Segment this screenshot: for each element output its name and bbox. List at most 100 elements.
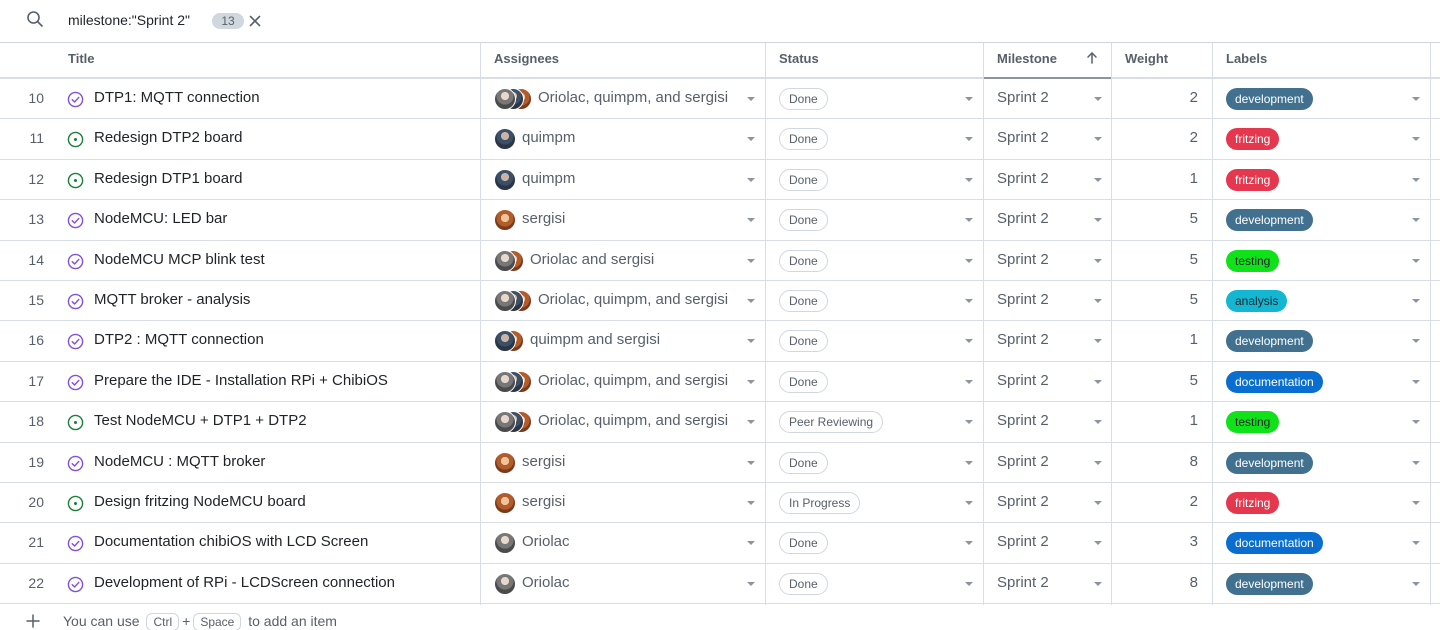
chevron-down-icon[interactable] (1094, 500, 1102, 505)
add-item-row[interactable]: You can use Ctrl + Space to add an item (0, 605, 1440, 630)
milestone-cell[interactable]: Sprint 2 (984, 281, 1111, 320)
title-cell[interactable]: MQTT broker - analysis (60, 281, 480, 320)
issue-title-link[interactable]: Redesign DTP1 board (94, 170, 242, 187)
chevron-down-icon[interactable] (965, 137, 973, 142)
chevron-down-icon[interactable] (965, 460, 973, 465)
weight-cell[interactable]: 8 (1112, 564, 1212, 603)
milestone-cell[interactable]: Sprint 2 (984, 483, 1111, 522)
issue-title-link[interactable]: Test NodeMCU + DTP1 + DTP2 (94, 412, 307, 429)
chevron-down-icon[interactable] (1412, 177, 1420, 182)
milestone-cell[interactable]: Sprint 2 (984, 362, 1111, 401)
issue-title-link[interactable]: Design fritzing NodeMCU board (94, 493, 306, 510)
column-header-weight[interactable]: Weight (1125, 43, 1205, 79)
issue-title-link[interactable]: MQTT broker - analysis (94, 291, 250, 308)
milestone-cell[interactable]: Sprint 2 (984, 321, 1111, 360)
chevron-down-icon[interactable] (747, 500, 755, 505)
chevron-down-icon[interactable] (747, 541, 755, 546)
assignees-cell[interactable]: Oriolac, quimpm, and sergisi (481, 402, 765, 441)
chevron-down-icon[interactable] (747, 258, 755, 263)
weight-cell[interactable]: 2 (1112, 79, 1212, 118)
column-header-milestone[interactable]: Milestone (984, 43, 1111, 79)
column-header-status[interactable]: Status (779, 43, 969, 79)
chevron-down-icon[interactable] (1094, 420, 1102, 425)
chevron-down-icon[interactable] (1412, 541, 1420, 546)
assignees-cell[interactable]: Oriolac, quimpm, and sergisi (481, 79, 765, 118)
weight-cell[interactable]: 5 (1112, 200, 1212, 239)
assignees-cell[interactable]: Oriolac (481, 523, 765, 562)
issue-title-link[interactable]: NodeMCU MCP blink test (94, 251, 265, 268)
chevron-down-icon[interactable] (1412, 298, 1420, 303)
weight-cell[interactable]: 5 (1112, 362, 1212, 401)
status-cell[interactable]: Done (766, 523, 983, 562)
title-cell[interactable]: Development of RPi - LCDScreen connectio… (60, 564, 480, 603)
chevron-down-icon[interactable] (747, 460, 755, 465)
chevron-down-icon[interactable] (1094, 339, 1102, 344)
table-row[interactable]: 20 Design fritzing NodeMCU board sergisi In… (0, 483, 1440, 524)
search-icon[interactable] (26, 10, 44, 28)
chevron-down-icon[interactable] (747, 177, 755, 182)
chevron-down-icon[interactable] (747, 420, 755, 425)
chevron-down-icon[interactable] (965, 581, 973, 586)
assignees-cell[interactable]: Oriolac, quimpm, and sergisi (481, 362, 765, 401)
chevron-down-icon[interactable] (1412, 500, 1420, 505)
labels-cell[interactable]: development (1213, 443, 1430, 482)
labels-cell[interactable]: documentation (1213, 523, 1430, 562)
column-divider[interactable] (1430, 43, 1431, 605)
milestone-cell[interactable]: Sprint 2 (984, 79, 1111, 118)
issue-title-link[interactable]: NodeMCU : MQTT broker (94, 453, 265, 470)
labels-cell[interactable]: development (1213, 200, 1430, 239)
column-divider[interactable] (480, 43, 481, 605)
column-divider[interactable] (1111, 43, 1112, 605)
chevron-down-icon[interactable] (747, 298, 755, 303)
weight-cell[interactable]: 8 (1112, 443, 1212, 482)
milestone-cell[interactable]: Sprint 2 (984, 564, 1111, 603)
labels-cell[interactable]: documentation (1213, 362, 1430, 401)
weight-cell[interactable]: 1 (1112, 402, 1212, 441)
table-row[interactable]: 15 MQTT broker - analysis Oriolac, quimpm,… (0, 281, 1440, 322)
chevron-down-icon[interactable] (1094, 379, 1102, 384)
labels-cell[interactable]: fritzing (1213, 119, 1430, 158)
column-divider[interactable] (983, 43, 984, 605)
chevron-down-icon[interactable] (747, 379, 755, 384)
chevron-down-icon[interactable] (1412, 379, 1420, 384)
chevron-down-icon[interactable] (965, 500, 973, 505)
status-cell[interactable]: Done (766, 443, 983, 482)
filter-query-input[interactable]: milestone:"Sprint 2" (68, 12, 190, 28)
chevron-down-icon[interactable] (747, 137, 755, 142)
labels-cell[interactable]: testing (1213, 241, 1430, 280)
status-cell[interactable]: Done (766, 200, 983, 239)
table-row[interactable]: 14 NodeMCU MCP blink test Oriolac and serg… (0, 241, 1440, 281)
assignees-cell[interactable]: Oriolac, quimpm, and sergisi (481, 281, 765, 320)
title-cell[interactable]: NodeMCU: LED bar (60, 200, 480, 239)
weight-cell[interactable]: 2 (1112, 483, 1212, 522)
issue-title-link[interactable]: Redesign DTP2 board (94, 129, 242, 146)
title-cell[interactable]: DTP1: MQTT connection (60, 79, 480, 118)
chevron-down-icon[interactable] (965, 298, 973, 303)
milestone-cell[interactable]: Sprint 2 (984, 402, 1111, 441)
milestone-cell[interactable]: Sprint 2 (984, 523, 1111, 562)
close-icon[interactable] (247, 13, 263, 29)
chevron-down-icon[interactable] (1412, 581, 1420, 586)
milestone-cell[interactable]: Sprint 2 (984, 200, 1111, 239)
chevron-down-icon[interactable] (747, 218, 755, 223)
issue-title-link[interactable]: Documentation chibiOS with LCD Screen (94, 533, 368, 550)
issue-title-link[interactable]: DTP1: MQTT connection (94, 89, 260, 106)
status-cell[interactable]: Done (766, 564, 983, 603)
plus-icon[interactable] (26, 614, 40, 628)
table-row[interactable]: 17 Prepare the IDE - Installation RPi + C… (0, 362, 1440, 403)
table-row[interactable]: 21 Documentation chibiOS with LCD Screen O… (0, 523, 1440, 564)
chevron-down-icon[interactable] (1094, 298, 1102, 303)
table-row[interactable]: 13 NodeMCU: LED bar sergisi Done Sprint 2 5 de… (0, 200, 1440, 241)
chevron-down-icon[interactable] (747, 97, 755, 101)
weight-cell[interactable]: 3 (1112, 523, 1212, 562)
assignees-cell[interactable]: quimpm (481, 160, 765, 199)
weight-cell[interactable]: 5 (1112, 281, 1212, 320)
table-row[interactable]: 12 Redesign DTP1 board quimpm Done Sprint 2 1… (0, 160, 1440, 201)
labels-cell[interactable]: development (1213, 564, 1430, 603)
title-cell[interactable]: Prepare the IDE - Installation RPi + Chi… (60, 362, 480, 401)
chevron-down-icon[interactable] (1412, 460, 1420, 465)
chevron-down-icon[interactable] (747, 581, 755, 586)
chevron-down-icon[interactable] (1094, 258, 1102, 263)
title-cell[interactable]: Redesign DTP2 board (60, 119, 480, 158)
status-cell[interactable]: Done (766, 160, 983, 199)
